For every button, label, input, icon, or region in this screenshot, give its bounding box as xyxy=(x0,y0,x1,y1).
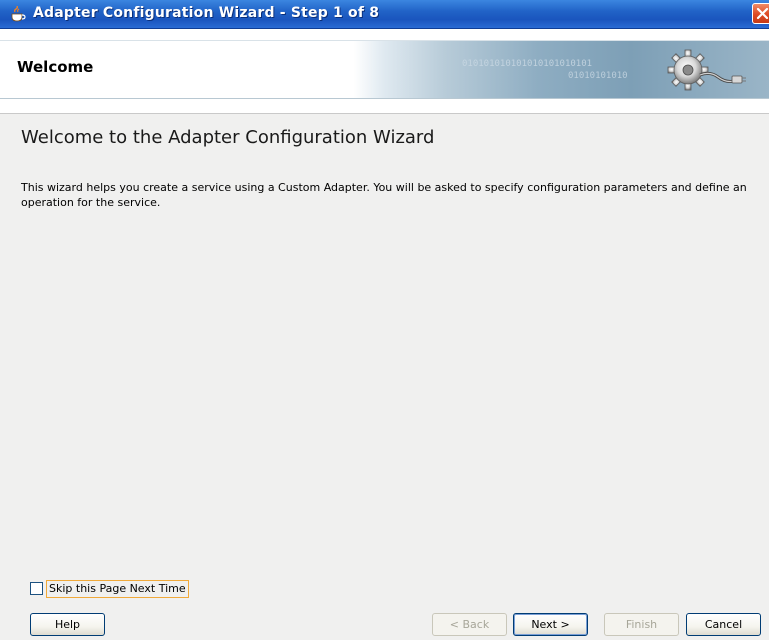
finish-button[interactable]: Finish xyxy=(604,613,679,636)
close-icon xyxy=(756,7,769,20)
page-title: Welcome xyxy=(17,58,94,76)
next-button[interactable]: Next > xyxy=(513,613,588,636)
cancel-button[interactable]: Cancel xyxy=(686,613,761,636)
back-button[interactable]: < Back xyxy=(432,613,507,636)
help-button[interactable]: Help xyxy=(30,613,105,636)
wizard-window: Adapter Configuration Wizard - Step 1 of… xyxy=(0,0,769,640)
java-cup-icon xyxy=(11,6,26,22)
skip-page-checkbox[interactable] xyxy=(30,582,43,595)
welcome-heading: Welcome to the Adapter Configuration Wiz… xyxy=(21,127,435,148)
skip-page-label[interactable]: Skip this Page Next Time xyxy=(46,580,189,598)
header-banner: Welcome 010101010101010101010101 0101010… xyxy=(0,29,769,114)
title-bar[interactable]: Adapter Configuration Wizard - Step 1 of… xyxy=(0,0,769,29)
wizard-description: This wizard helps you create a service u… xyxy=(21,181,747,209)
banner-binary-text-2: 01010101010 xyxy=(568,71,628,81)
close-button[interactable] xyxy=(752,3,769,24)
gear-plug-icon xyxy=(667,49,746,91)
window-title: Adapter Configuration Wizard - Step 1 of… xyxy=(33,5,380,21)
banner-binary-text: 010101010101010101010101 xyxy=(462,59,593,69)
